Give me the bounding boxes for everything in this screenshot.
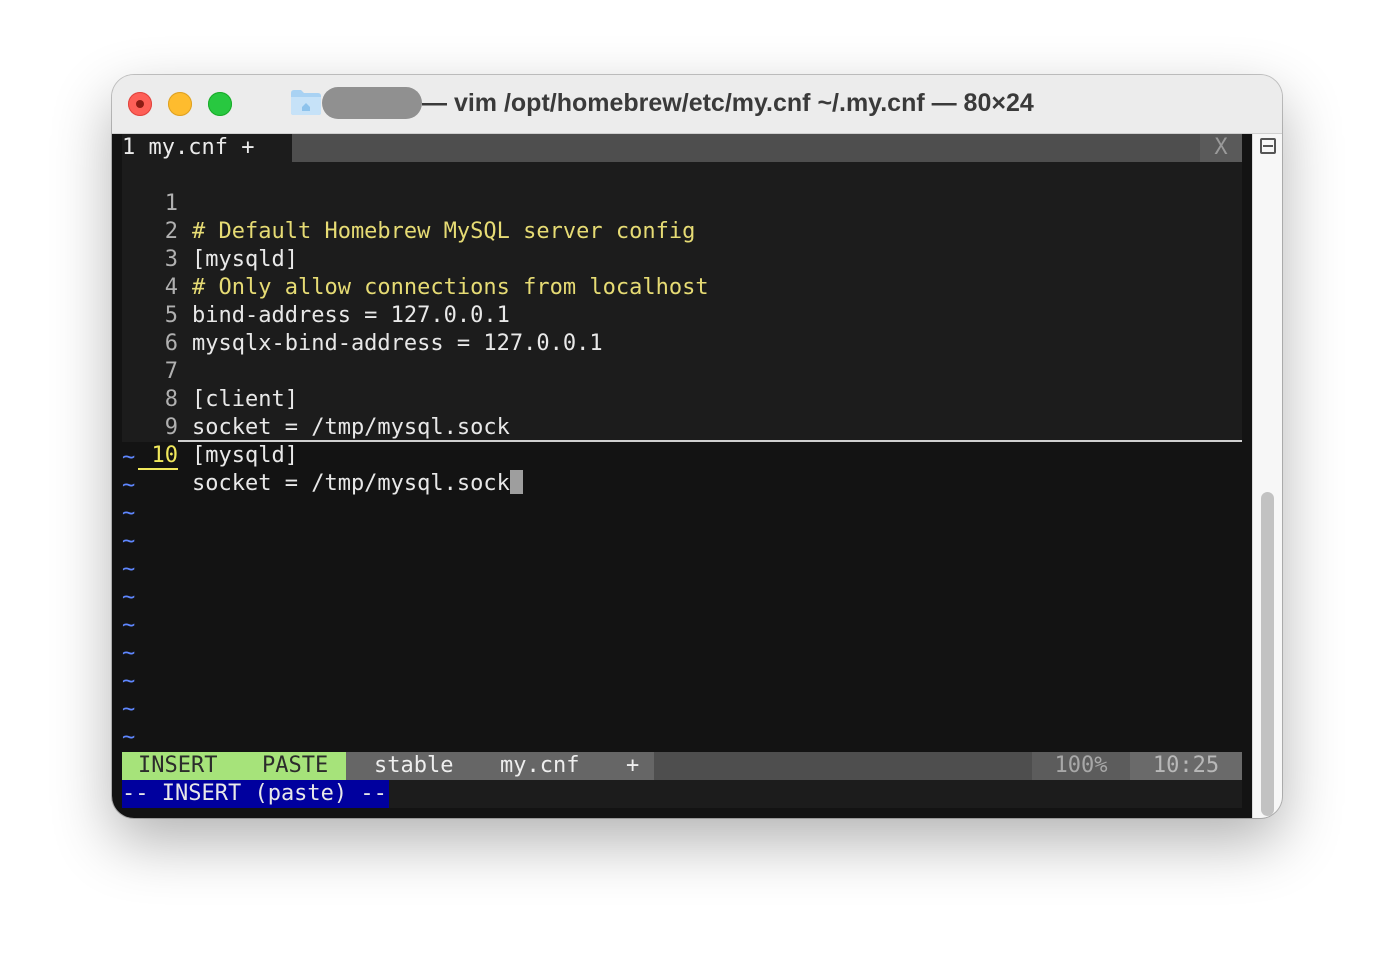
buffer-line: 2 [mysqld] bbox=[122, 190, 1242, 272]
empty-line-marker: ~ bbox=[122, 501, 136, 526]
buffer-line: 4 bind-address = 127.0.0.1 bbox=[122, 246, 1242, 328]
empty-line-marker: ~ bbox=[122, 725, 136, 750]
window-title: — vim /opt/homebrew/etc/my.cnf ~/.my.cnf… bbox=[422, 89, 1034, 117]
empty-line-marker: ~ bbox=[122, 529, 136, 554]
empty-line-marker: ~ bbox=[122, 613, 136, 638]
split-pane-icon[interactable] bbox=[1260, 138, 1276, 154]
scrollbar-thumb[interactable] bbox=[1261, 492, 1274, 816]
buffer-line: 8 socket = /tmp/mysql.sock bbox=[122, 358, 1242, 440]
empty-line-marker: ~ bbox=[122, 669, 136, 694]
mode-label: INSERT bbox=[138, 753, 218, 778]
mode-indicator: INSERT PASTE bbox=[122, 752, 346, 780]
redacted-username bbox=[322, 87, 422, 119]
title-bar[interactable]: — vim /opt/homebrew/etc/my.cnf ~/.my.cnf… bbox=[112, 75, 1282, 134]
tab-close-button[interactable]: X bbox=[1200, 134, 1242, 162]
buffer-line: 3 # Only allow connections from localhos… bbox=[122, 218, 1242, 300]
terminal-content[interactable]: 1 my.cnf + X 1 # Default Homebrew MySQL … bbox=[112, 134, 1252, 818]
buffer-line: 6 bbox=[122, 302, 1242, 356]
empty-line-marker: ~ bbox=[122, 445, 136, 470]
buffer-line: 9 [mysqld] bbox=[122, 386, 1242, 468]
buffer-line: 5 mysqlx-bind-address = 127.0.0.1 bbox=[122, 274, 1242, 356]
buffer-line-current: 10 socket = /tmp/mysql.sock bbox=[122, 414, 1242, 496]
buffer-line: 1 # Default Homebrew MySQL server config bbox=[122, 162, 1242, 244]
text-cursor bbox=[509, 470, 523, 494]
folder-icon bbox=[291, 90, 321, 115]
line-text: socket = /tmp/mysql.sock bbox=[192, 471, 510, 496]
current-line-text: socket = /tmp/mysql.sock bbox=[192, 470, 523, 498]
empty-line-marker: ~ bbox=[122, 473, 136, 498]
modified-flag: + bbox=[626, 753, 640, 778]
minimize-window-button[interactable] bbox=[168, 92, 192, 116]
terminal-window: — vim /opt/homebrew/etc/my.cnf ~/.my.cnf… bbox=[112, 75, 1282, 818]
vertical-scrollbar[interactable] bbox=[1252, 134, 1282, 818]
cursorline-underline bbox=[178, 440, 1242, 442]
empty-line-marker: ~ bbox=[122, 641, 136, 666]
empty-line-marker: ~ bbox=[122, 585, 136, 610]
vim-tabline: 1 my.cnf + X bbox=[122, 134, 1242, 162]
git-branch: stable bbox=[374, 753, 454, 778]
scroll-percent: 100% bbox=[1032, 752, 1130, 780]
file-name: my.cnf bbox=[500, 753, 580, 778]
vim-command-line[interactable]: -- INSERT (paste) -- bbox=[122, 780, 1242, 808]
empty-line-marker: ~ bbox=[122, 697, 136, 722]
buffer-line: 7 [client] bbox=[122, 330, 1242, 412]
paste-label: PASTE bbox=[262, 753, 329, 778]
close-window-button[interactable] bbox=[128, 92, 152, 116]
empty-line-marker: ~ bbox=[122, 557, 136, 582]
mode-message: -- INSERT (paste) -- bbox=[122, 780, 389, 808]
zoom-window-button[interactable] bbox=[208, 92, 232, 116]
cursor-position: 10:25 bbox=[1130, 752, 1242, 780]
editor-buffer[interactable]: 1 # Default Homebrew MySQL server config… bbox=[122, 162, 1242, 496]
vim-statusline: INSERT PASTE stable my.cnf + 100% 10:25 bbox=[122, 752, 1242, 780]
tab-my-cnf[interactable]: 1 my.cnf + bbox=[122, 134, 292, 162]
file-info-section: stable my.cnf + bbox=[346, 752, 654, 780]
